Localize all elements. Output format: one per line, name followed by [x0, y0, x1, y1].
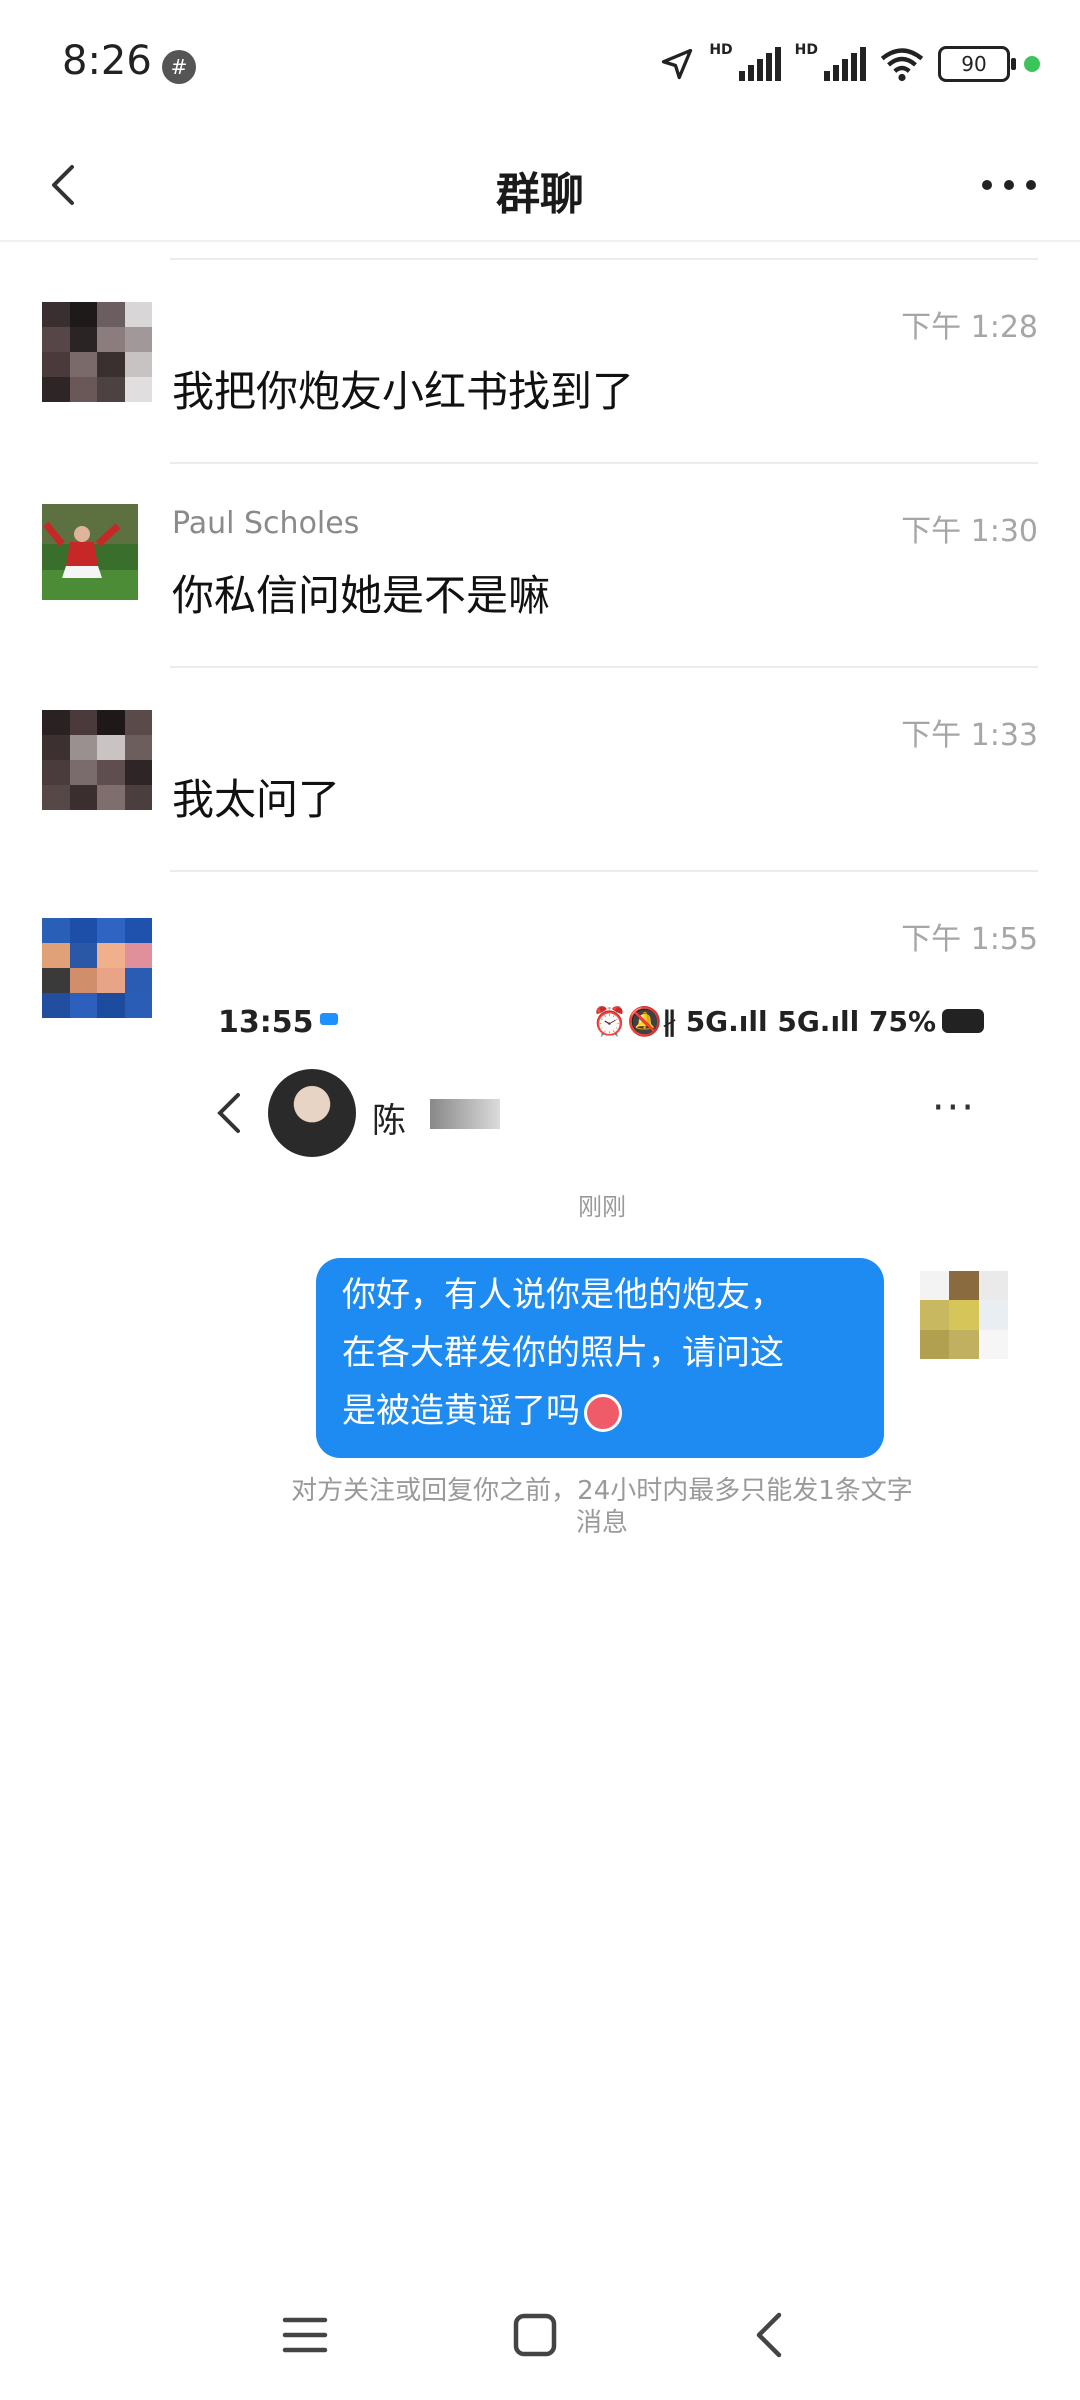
signal-icon-2: [824, 47, 866, 81]
hash-icon: #: [162, 50, 196, 84]
message-text: 我太问了: [172, 775, 341, 824]
image-message-bubble: 你好，有人说你是他的炮友， 在各大群发你的照片，请问这 是被造黄谣了吗: [316, 1258, 884, 1458]
page-title: 群聊: [496, 169, 584, 220]
message-time: 下午 1:30: [901, 514, 1038, 549]
bubble-line: 在各大群发你的照片，请问这: [342, 1333, 784, 1373]
note-line: 消息: [575, 1508, 628, 1538]
status-time: 8:26: [62, 38, 152, 84]
more-horizontal-icon[interactable]: [974, 155, 1044, 215]
hd-label-2: HD: [794, 42, 818, 58]
list-divider: [170, 870, 1038, 872]
chat-header: 群聊: [0, 130, 1080, 242]
message-image[interactable]: 13:55 ⏰🔕∦ 5G.ıll 5G.ıll 75% 陈 ··· 刚刚 你好，…: [172, 975, 1032, 1595]
location-arrow-icon: [662, 48, 693, 80]
image-more-icon: ···: [931, 1085, 976, 1131]
image-status-time: 13:55: [218, 1005, 314, 1040]
message-time: 下午 1:33: [901, 718, 1038, 753]
status-bar: 8:26 # HD HD 90: [0, 0, 1080, 130]
back-triangle-icon[interactable]: [735, 2300, 805, 2370]
wifi-icon: [880, 48, 924, 82]
image-name-redaction: [430, 1099, 500, 1129]
avatar[interactable]: [42, 504, 138, 600]
image-back-icon: [217, 1093, 240, 1133]
message-time: 下午 1:28: [901, 310, 1038, 345]
image-contact-avatar: [268, 1069, 356, 1157]
message-time: 下午 1:55: [901, 922, 1038, 957]
home-square-icon[interactable]: [500, 2300, 570, 2370]
hd-label-1: HD: [709, 42, 733, 58]
angry-face-icon: [584, 1393, 622, 1432]
system-nav-bar: [0, 2290, 1080, 2380]
note-line: 对方关注或回复你之前，24小时内最多只能发1条文字: [291, 1476, 913, 1506]
avatar[interactable]: [42, 918, 152, 1018]
sender-name: Paul Scholes: [172, 506, 360, 541]
image-app-icon: [320, 1013, 338, 1025]
privacy-dot: [1024, 56, 1040, 72]
list-divider: [170, 258, 1038, 260]
bubble-line: 是被造黄谣了吗: [342, 1391, 580, 1431]
avatar[interactable]: [42, 302, 152, 402]
message-text: 你私信问她是不是嘛: [172, 571, 551, 620]
list-divider: [170, 462, 1038, 464]
menu-icon[interactable]: [270, 2300, 340, 2370]
battery-icon: 90: [938, 46, 1016, 82]
image-battery-icon: [942, 1009, 984, 1033]
image-limit-note: 对方关注或回复你之前，24小时内最多只能发1条文字 消息: [202, 1475, 1002, 1539]
list-divider: [170, 666, 1038, 668]
image-my-avatar: [920, 1271, 1008, 1359]
avatar[interactable]: [42, 710, 152, 810]
signal-icon-1: [738, 47, 781, 81]
bubble-line-wrap: 是被造黄谣了吗: [342, 1382, 858, 1440]
image-timestamp: 刚刚: [578, 1193, 626, 1221]
message-text: 我把你炮友小红书找到了: [172, 367, 635, 416]
image-status-icons: ⏰🔕∦ 5G.ıll 5G.ıll 75%: [592, 1005, 936, 1038]
bubble-line: 你好，有人说你是他的炮友，: [342, 1275, 784, 1315]
status-icons: HD HD 90: [659, 40, 1040, 88]
image-contact-name: 陈: [372, 1101, 406, 1141]
